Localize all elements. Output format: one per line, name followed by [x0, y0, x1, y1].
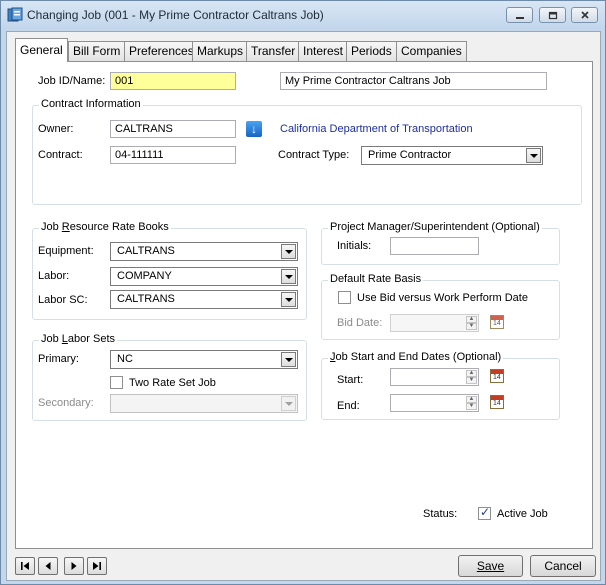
contract-type-select[interactable]: Prime Contractor: [361, 146, 543, 165]
save-button[interactable]: Save: [458, 555, 523, 577]
equipment-value: CALTRANS: [117, 245, 175, 257]
contract-type-value: Prime Contractor: [368, 149, 452, 161]
chevron-down-icon[interactable]: [281, 244, 296, 259]
chevron-down-icon[interactable]: [526, 148, 541, 163]
calendar-icon[interactable]: [490, 315, 504, 329]
contract-input[interactable]: 04-111111: [110, 146, 236, 164]
owner-lookup-arrow-icon[interactable]: ↓: [246, 121, 262, 137]
labor-sc-label: Labor SC:: [38, 294, 88, 306]
save-button-label: Save: [476, 559, 505, 573]
bid-date-input: ▲ ▼: [390, 314, 479, 332]
labor-sc-value: CALTRANS: [117, 293, 175, 305]
chevron-down-icon[interactable]: [281, 292, 296, 307]
bid-date-label: Bid Date:: [337, 317, 383, 329]
minimize-button[interactable]: [506, 7, 533, 23]
job-id-label: Job ID/Name:: [38, 75, 106, 87]
two-rate-set-checkbox[interactable]: [110, 376, 123, 389]
primary-label: Primary:: [38, 353, 79, 365]
calendar-icon[interactable]: [490, 369, 504, 383]
initials-label: Initials:: [337, 240, 372, 252]
minimize-icon: [515, 17, 524, 19]
first-icon: [21, 562, 29, 570]
previous-record-button[interactable]: [38, 557, 58, 575]
previous-icon: [45, 562, 51, 570]
initials-input[interactable]: [390, 237, 479, 255]
bid-date-spinner: ▲ ▼: [466, 316, 477, 330]
project-manager-legend: Project Manager/Superintendent (Optional…: [328, 221, 542, 233]
active-job-checkbox[interactable]: [478, 505, 491, 520]
maximize-button[interactable]: [539, 7, 566, 23]
tab-general[interactable]: General: [15, 38, 68, 62]
calendar-icon[interactable]: [490, 395, 504, 409]
tab-companies[interactable]: Companies: [396, 41, 467, 61]
chevron-down-icon[interactable]: [281, 352, 296, 367]
primary-value: NC: [117, 353, 133, 365]
contract-label: Contract:: [38, 149, 83, 161]
last-record-button[interactable]: [87, 557, 107, 575]
primary-labor-set-select[interactable]: NC: [110, 350, 298, 369]
status-label: Status:: [423, 508, 458, 520]
next-icon: [71, 562, 77, 570]
tab-preferences[interactable]: Preferences: [124, 41, 199, 61]
labor-sc-select[interactable]: CALTRANS: [110, 290, 298, 309]
equipment-select[interactable]: CALTRANS: [110, 242, 298, 261]
labor-value: COMPANY: [117, 270, 172, 282]
end-date-input[interactable]: ▲ ▼: [390, 394, 479, 412]
default-rate-basis-legend: Default Rate Basis: [328, 273, 424, 285]
use-bid-date-label[interactable]: Use Bid versus Work Perform Date: [357, 292, 528, 304]
end-date-label: End:: [337, 400, 360, 412]
restore-icon: [548, 11, 557, 20]
rate-books-legend: Job Resource Rate Books: [39, 221, 171, 233]
owner-label: Owner:: [38, 123, 74, 135]
window-title: Changing Job (001 - My Prime Contractor …: [27, 8, 324, 22]
use-bid-date-checkbox[interactable]: [338, 291, 351, 304]
active-job-label[interactable]: Active Job: [497, 508, 548, 520]
chevron-down-icon: [281, 396, 296, 411]
last-icon: [93, 562, 101, 570]
tab-periods[interactable]: Periods: [346, 41, 397, 61]
dialog-window: Changing Job (001 - My Prime Contractor …: [0, 0, 606, 585]
cancel-button-label: Cancel: [544, 559, 582, 573]
chevron-down-icon[interactable]: [281, 269, 296, 284]
next-record-button[interactable]: [64, 557, 84, 575]
labor-sets-legend: Job Labor Sets: [39, 333, 118, 345]
equipment-label: Equipment:: [38, 245, 94, 257]
owner-description: California Department of Transportation: [280, 123, 473, 135]
job-dates-legend: Job Start and End Dates (Optional): [328, 351, 504, 363]
end-date-spinner[interactable]: ▲ ▼: [466, 396, 477, 410]
title-bar[interactable]: Changing Job (001 - My Prime Contractor …: [1, 1, 605, 29]
general-tab-page: Job ID/Name: 001 My Prime Contractor Cal…: [15, 61, 593, 549]
labor-label: Labor:: [38, 270, 70, 282]
start-date-input[interactable]: ▲ ▼: [390, 368, 479, 386]
contract-type-label: Contract Type:: [278, 149, 350, 161]
job-id-input[interactable]: 001: [110, 72, 236, 90]
close-button[interactable]: [571, 7, 598, 23]
dialog-client-area: General Bill Form Preferences Markups Tr…: [6, 31, 601, 581]
labor-select[interactable]: COMPANY: [110, 267, 298, 286]
tab-markups[interactable]: Markups: [192, 41, 249, 61]
first-record-button[interactable]: [15, 557, 35, 575]
secondary-label: Secondary:: [38, 397, 94, 409]
app-icon: [7, 7, 23, 22]
secondary-labor-set-select: [110, 394, 298, 413]
owner-input[interactable]: CALTRANS: [110, 120, 236, 138]
start-date-spinner[interactable]: ▲ ▼: [466, 370, 477, 384]
tab-bill-form[interactable]: Bill Form: [68, 41, 126, 61]
tab-transfer[interactable]: Transfer: [246, 41, 301, 61]
cancel-button[interactable]: Cancel: [530, 555, 596, 577]
contract-information-legend: Contract Information: [39, 98, 143, 110]
tab-interest[interactable]: Interest: [298, 41, 349, 61]
job-name-input[interactable]: My Prime Contractor Caltrans Job: [280, 72, 547, 90]
close-icon: [580, 11, 589, 19]
start-date-label: Start:: [337, 374, 364, 386]
two-rate-set-label[interactable]: Two Rate Set Job: [129, 377, 216, 389]
